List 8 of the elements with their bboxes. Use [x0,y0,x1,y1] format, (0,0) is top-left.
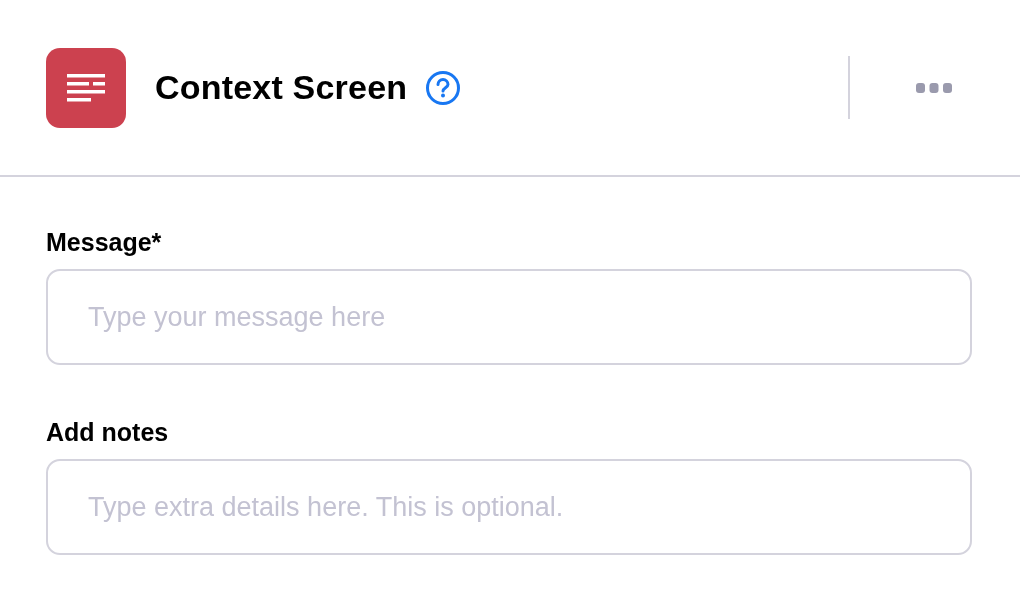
input-field[interactable]: Type extra details here. This is optional. [46,459,972,555]
page-title: Context Screen [155,68,408,107]
field-label: Message* [46,227,163,257]
field-label: Add notes [46,417,170,447]
input-field[interactable]: Type your message here [46,269,972,365]
help-icon[interactable] [425,69,462,106]
text-lines-icon [67,73,105,102]
more-icon [916,82,952,93]
